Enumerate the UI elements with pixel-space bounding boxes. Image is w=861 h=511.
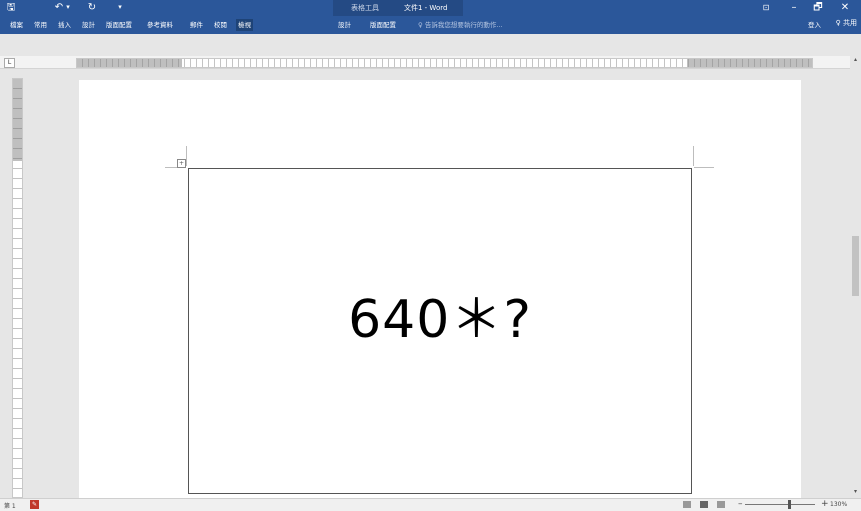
status-bar: 第 1 ✎ – + 130%	[0, 498, 861, 511]
save-icon[interactable]: 🖫	[5, 1, 17, 14]
share-button[interactable]: ♀ 共用	[836, 18, 857, 28]
print-layout-icon[interactable]	[700, 501, 708, 508]
ruler-ticks	[77, 59, 812, 67]
crop-mark	[186, 146, 187, 166]
tab-layout[interactable]: 版面配置	[106, 19, 132, 31]
vertical-scrollbar[interactable]: ▴ ▾	[850, 56, 861, 500]
cell-text: 640＊?	[348, 290, 532, 350]
zoom-level[interactable]: 130%	[830, 501, 847, 508]
table-tools-label: 表格工具	[351, 4, 379, 12]
tab-file[interactable]: 檔案	[10, 19, 23, 31]
tell-me-search[interactable]: ♀ 告訴我您想要執行的動作...	[418, 19, 503, 29]
undo-icon[interactable]: ↶	[54, 1, 64, 14]
crop-mark	[693, 146, 694, 166]
zoom-out-button[interactable]: –	[738, 499, 743, 509]
tab-mailings[interactable]: 郵件	[190, 19, 203, 31]
vruler-ticks	[13, 79, 22, 497]
redo-icon[interactable]: ↻	[87, 1, 97, 14]
zoom-slider[interactable]	[745, 504, 815, 505]
scroll-thumb[interactable]	[852, 236, 859, 296]
read-mode-icon[interactable]	[683, 501, 691, 508]
tab-view[interactable]: 檢視	[236, 19, 253, 31]
tab-home[interactable]: 常用	[34, 19, 47, 31]
horizontal-ruler[interactable]	[76, 58, 813, 68]
sign-in-link[interactable]: 登入	[808, 19, 821, 29]
tab-design[interactable]: 設計	[82, 19, 95, 31]
vertical-ruler[interactable]	[12, 78, 23, 498]
restore-button[interactable]: 🗗	[812, 1, 824, 15]
undo-dropdown-icon[interactable]: ▾	[64, 1, 72, 14]
ribbon-display-icon[interactable]: ⊡	[760, 1, 772, 15]
close-button[interactable]: ✕	[838, 1, 852, 15]
table-move-handle-icon[interactable]: +	[177, 159, 186, 168]
proofing-error-icon[interactable]: ✎	[30, 500, 39, 509]
window-title: 文件1 - Word	[404, 4, 448, 12]
scroll-up-icon[interactable]: ▴	[851, 56, 860, 64]
tab-table-layout[interactable]: 版面配置	[370, 19, 396, 31]
tab-insert[interactable]: 插入	[58, 19, 71, 31]
zoom-slider-handle[interactable]	[788, 500, 791, 509]
zoom-in-button[interactable]: +	[821, 499, 829, 509]
tab-table-design[interactable]: 設計	[338, 19, 351, 31]
tab-references[interactable]: 參考資料	[147, 19, 173, 31]
tab-selector[interactable]: L	[4, 58, 15, 68]
tab-review[interactable]: 校閱	[214, 19, 227, 31]
minimize-button[interactable]: –	[788, 1, 800, 15]
page-indicator[interactable]: 第 1	[4, 501, 16, 510]
crop-mark	[694, 167, 714, 168]
scroll-down-icon[interactable]: ▾	[851, 488, 860, 496]
table-cell[interactable]: 640＊?	[188, 168, 692, 494]
customize-qat-icon[interactable]: ▾	[116, 1, 124, 14]
web-layout-icon[interactable]	[717, 501, 725, 508]
